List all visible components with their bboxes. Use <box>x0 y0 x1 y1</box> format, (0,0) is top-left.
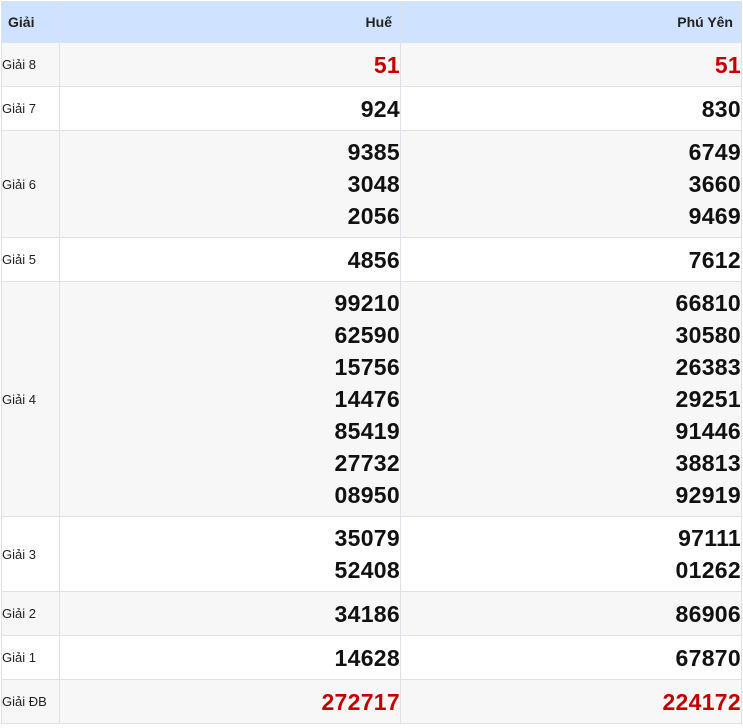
prize-number: 62590 <box>334 322 400 348</box>
prize-number: 924 <box>360 95 400 122</box>
prize-number: 99210 <box>334 290 400 316</box>
prize-number: 85419 <box>334 418 400 444</box>
hue-numbers: 9385 3048 2056 <box>59 130 401 238</box>
prize-row-g2: Giải 2 34186 86906 <box>1 591 742 636</box>
prize-number: 01262 <box>675 557 741 583</box>
phu-yen-numbers: 66810 30580 26383 29251 91446 38813 9291… <box>400 281 742 517</box>
header-province-hue: Huế <box>59 1 401 43</box>
phu-yen-numbers: 67870 <box>400 635 742 680</box>
prize-number: 9385 <box>347 139 400 165</box>
hue-numbers: 99210 62590 15756 14476 85419 27732 0895… <box>59 281 401 517</box>
prize-number: 7612 <box>688 246 741 273</box>
prize-row-g4: Giải 4 99210 62590 15756 14476 85419 277… <box>1 281 742 517</box>
prize-label: Giải ĐB <box>1 679 60 724</box>
prize-number: 35079 <box>334 525 400 551</box>
prize-number: 08950 <box>334 482 400 508</box>
prize-number: 91446 <box>675 418 741 444</box>
phu-yen-numbers: 6749 3660 9469 <box>400 130 742 238</box>
prize-row-g6: Giải 6 9385 3048 2056 6749 3660 9469 <box>1 130 742 238</box>
prize-label: Giải 2 <box>1 591 60 636</box>
prize-number: 14628 <box>334 644 400 671</box>
hue-numbers: 14628 <box>59 635 401 680</box>
prize-label: Giải 6 <box>1 130 60 238</box>
prize-row-g1: Giải 1 14628 67870 <box>1 635 742 680</box>
prize-number: 38813 <box>675 450 741 476</box>
prize-number: 830 <box>701 95 741 122</box>
prize-number: 86906 <box>675 600 741 627</box>
prize-number: 34186 <box>334 600 400 627</box>
prize-number: 3660 <box>688 171 741 197</box>
special-prize-number: 224172 <box>662 688 741 715</box>
prize-number: 30580 <box>675 322 741 348</box>
phu-yen-numbers: 51 <box>400 42 742 87</box>
prize-number: 51 <box>714 51 741 78</box>
prize-number: 27732 <box>334 450 400 476</box>
hue-numbers: 272717 <box>59 679 401 724</box>
phu-yen-numbers: 86906 <box>400 591 742 636</box>
prize-number: 15756 <box>334 354 400 380</box>
prize-label: Giải 3 <box>1 516 60 592</box>
special-prize-number: 272717 <box>321 688 400 715</box>
phu-yen-numbers: 830 <box>400 86 742 131</box>
prize-number: 67870 <box>675 644 741 671</box>
prize-row-g8: Giải 8 51 51 <box>1 42 742 87</box>
prize-row-g5: Giải 5 4856 7612 <box>1 237 742 282</box>
hue-numbers: 4856 <box>59 237 401 282</box>
prize-row-special: Giải ĐB 272717 224172 <box>1 679 742 724</box>
prize-number: 52408 <box>334 557 400 583</box>
prize-row-g7: Giải 7 924 830 <box>1 86 742 131</box>
prize-number: 6749 <box>688 139 741 165</box>
header-province-phu-yen: Phú Yên <box>400 1 742 43</box>
hue-numbers: 924 <box>59 86 401 131</box>
prize-number: 66810 <box>675 290 741 316</box>
prize-label: Giải 5 <box>1 237 60 282</box>
prize-label: Giải 1 <box>1 635 60 680</box>
phu-yen-numbers: 7612 <box>400 237 742 282</box>
prize-number: 3048 <box>347 171 400 197</box>
prize-number: 2056 <box>347 203 400 229</box>
phu-yen-numbers: 97111 01262 <box>400 516 742 592</box>
hue-numbers: 35079 52408 <box>59 516 401 592</box>
prize-number: 51 <box>373 51 400 78</box>
prize-number: 4856 <box>347 246 400 273</box>
header-prize-label: Giải <box>1 1 60 43</box>
prize-number: 92919 <box>675 482 741 508</box>
prize-number: 9469 <box>688 203 741 229</box>
prize-row-g3: Giải 3 35079 52408 97111 01262 <box>1 516 742 592</box>
prize-label: Giải 8 <box>1 42 60 87</box>
hue-numbers: 34186 <box>59 591 401 636</box>
phu-yen-numbers: 224172 <box>400 679 742 724</box>
prize-number: 26383 <box>675 354 741 380</box>
prize-number: 97111 <box>678 525 741 551</box>
lottery-results-table: Giải Huế Phú Yên Giải 8 51 51 Giải 7 924… <box>1 1 742 724</box>
prize-number: 14476 <box>334 386 400 412</box>
prize-number: 29251 <box>675 386 741 412</box>
header-row: Giải Huế Phú Yên <box>1 1 742 43</box>
prize-label: Giải 7 <box>1 86 60 131</box>
hue-numbers: 51 <box>59 42 401 87</box>
prize-label: Giải 4 <box>1 281 60 517</box>
